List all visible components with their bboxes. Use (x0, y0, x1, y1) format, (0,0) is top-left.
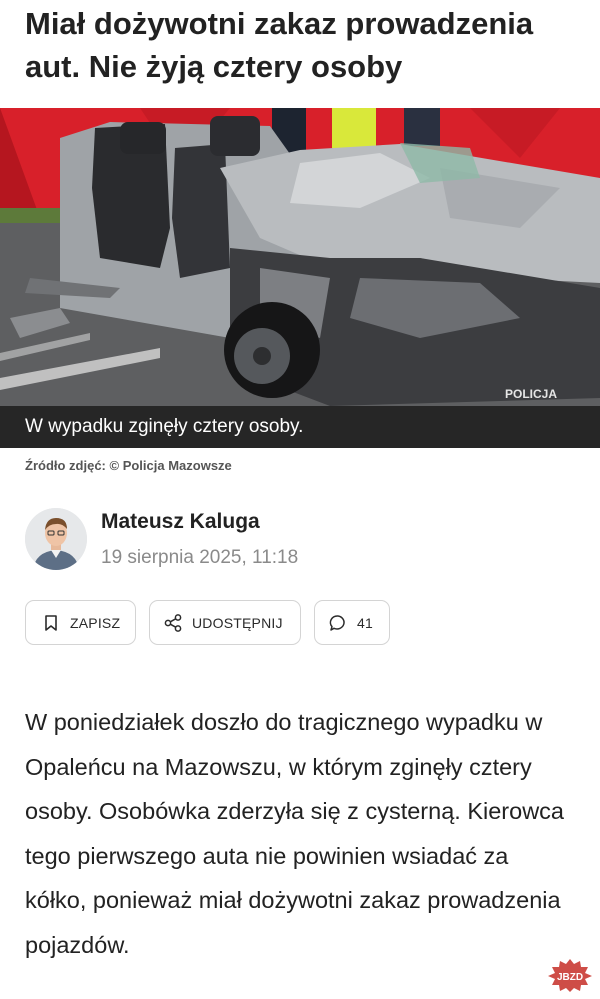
watermark-text: JBZD (557, 972, 583, 983)
publish-date: 19 sierpnia 2025, 11:18 (101, 547, 299, 568)
share-icon (163, 613, 183, 633)
comments-button[interactable]: 41 (314, 600, 390, 645)
comment-icon (328, 613, 348, 633)
save-label: ZAPISZ (70, 614, 121, 631)
avatar-portrait (25, 508, 87, 570)
photo-watermark: POLICJA (505, 387, 557, 401)
save-button[interactable]: ZAPISZ (25, 600, 136, 645)
share-button[interactable]: UDOSTĘPNIJ (149, 600, 301, 645)
article-photo: POLICJA (0, 108, 600, 406)
share-label: UDOSTĘPNIJ (192, 614, 283, 631)
comments-count: 41 (357, 614, 373, 631)
author-name[interactable]: Mateusz Kaluga (101, 510, 260, 534)
article-title: Miał dożywotni zakaz prowadzenia aut. Ni… (25, 6, 534, 84)
photo-source: Źródło zdjęć: © Policja Mazowsze (25, 458, 232, 473)
photo-caption: W wypadku zginęły cztery osoby. (0, 406, 600, 448)
jbzd-watermark: JBZD (546, 958, 594, 992)
author-avatar[interactable] (25, 508, 87, 570)
crash-photo-illustration: POLICJA (0, 108, 600, 406)
bookmark-icon (41, 613, 61, 633)
article-lead: W poniedziałek doszło do tragicznego wyp… (25, 709, 564, 958)
